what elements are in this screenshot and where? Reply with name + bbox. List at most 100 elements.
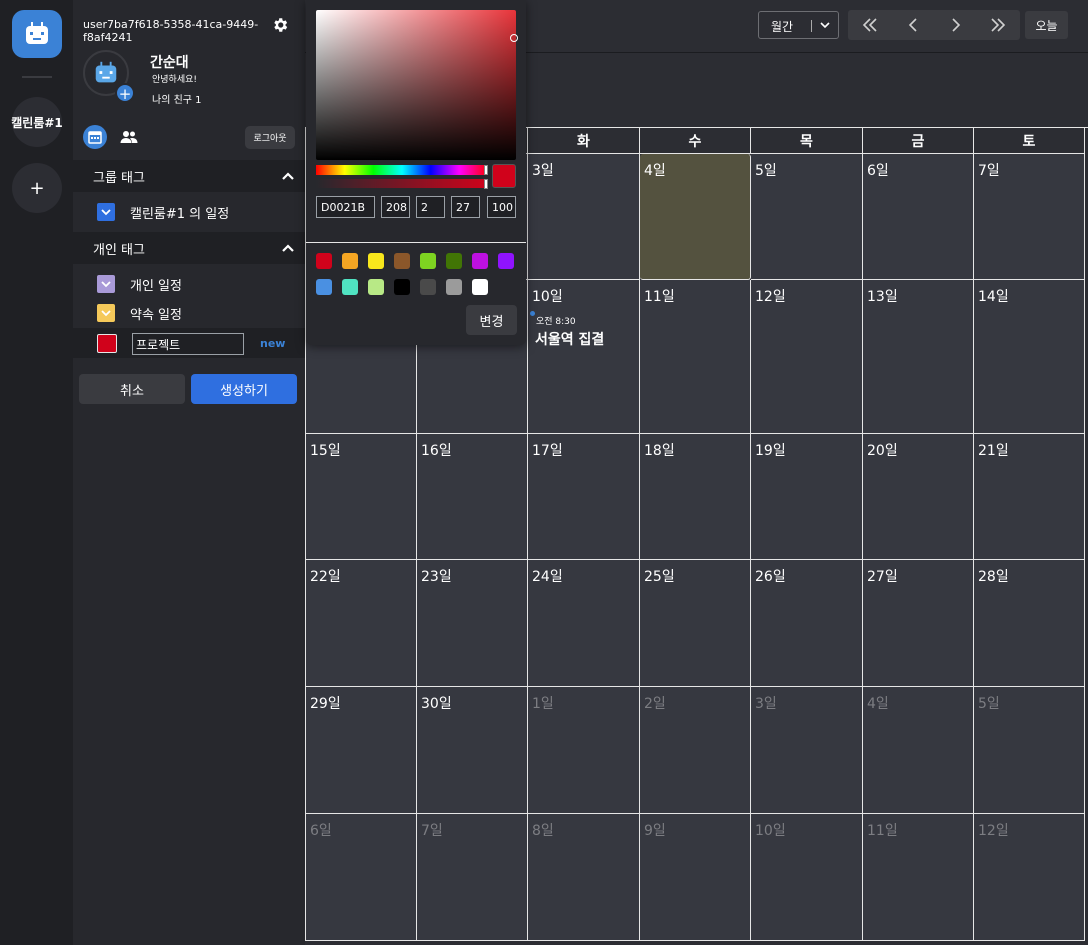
tag-checkbox[interactable] bbox=[97, 304, 115, 322]
day-cell[interactable]: 12일 bbox=[974, 814, 1085, 941]
chevron-up-icon[interactable] bbox=[281, 241, 295, 255]
saturation-handle[interactable] bbox=[510, 34, 518, 42]
room-button[interactable]: 캘린룸#1 bbox=[11, 97, 63, 147]
color-swatch[interactable] bbox=[420, 279, 436, 295]
tag-item[interactable]: 개인 일정 bbox=[73, 270, 305, 298]
day-cell[interactable]: 30일 bbox=[417, 687, 528, 814]
alpha-input[interactable]: 100 bbox=[487, 196, 516, 218]
day-cell[interactable]: 23일 bbox=[417, 560, 528, 687]
color-swatch[interactable] bbox=[472, 253, 488, 269]
color-swatch[interactable] bbox=[368, 279, 384, 295]
color-swatch[interactable] bbox=[498, 253, 514, 269]
hue-slider[interactable] bbox=[316, 165, 488, 175]
gear-icon[interactable] bbox=[271, 16, 289, 34]
day-cell[interactable]: 25일 bbox=[640, 560, 751, 687]
alpha-slider[interactable] bbox=[316, 179, 488, 188]
color-swatch[interactable] bbox=[342, 253, 358, 269]
day-cell[interactable]: 7일 bbox=[417, 814, 528, 941]
day-number: 3일 bbox=[755, 696, 777, 712]
change-avatar-button[interactable]: + bbox=[115, 83, 135, 103]
group-tags-header[interactable]: 그룹 태그 bbox=[73, 160, 305, 192]
new-tag-color-button[interactable] bbox=[97, 334, 117, 353]
day-cell[interactable]: 3일 bbox=[528, 154, 640, 280]
day-cell[interactable]: 28일 bbox=[974, 560, 1085, 687]
saturation-value-area[interactable] bbox=[316, 10, 516, 160]
day-cell[interactable]: 6일 bbox=[863, 154, 974, 280]
color-swatch[interactable] bbox=[446, 253, 462, 269]
event-title[interactable]: 서울역 집결 bbox=[535, 329, 604, 349]
day-cell[interactable]: 8일 bbox=[528, 814, 640, 941]
chevron-up-icon[interactable] bbox=[281, 169, 295, 183]
next-month-button[interactable] bbox=[941, 15, 971, 35]
day-cell[interactable]: 5일 bbox=[751, 154, 863, 280]
day-cell[interactable]: 11일 bbox=[640, 280, 751, 434]
day-cell[interactable]: 7일 bbox=[974, 154, 1085, 280]
logout-button[interactable]: 로그아웃 bbox=[245, 126, 295, 149]
day-cell[interactable]: 3일 bbox=[751, 687, 863, 814]
day-cell[interactable]: 19일 bbox=[751, 434, 863, 560]
day-cell[interactable]: 5일 bbox=[974, 687, 1085, 814]
color-swatch[interactable] bbox=[472, 279, 488, 295]
prev-year-button[interactable] bbox=[855, 15, 885, 35]
day-cell[interactable]: 10일 bbox=[751, 814, 863, 941]
green-input[interactable]: 2 bbox=[416, 196, 445, 218]
cancel-button[interactable]: 취소 bbox=[79, 374, 185, 404]
day-cell[interactable]: 29일 bbox=[306, 687, 417, 814]
color-swatch[interactable] bbox=[446, 279, 462, 295]
day-cell[interactable]: 10일 오전 8:30 서울역 집결 bbox=[528, 280, 640, 434]
day-cell[interactable]: 12일 bbox=[751, 280, 863, 434]
personal-tags-header[interactable]: 개인 태그 bbox=[73, 232, 305, 264]
color-swatch[interactable] bbox=[394, 279, 410, 295]
day-cell[interactable]: 16일 bbox=[417, 434, 528, 560]
color-swatch[interactable] bbox=[394, 253, 410, 269]
create-button[interactable]: 생성하기 bbox=[191, 374, 297, 404]
tag-checkbox[interactable] bbox=[97, 203, 115, 221]
color-swatch[interactable] bbox=[368, 253, 384, 269]
color-swatch[interactable] bbox=[316, 253, 332, 269]
tag-label: 캘린룸#1 의 일정 bbox=[130, 206, 230, 222]
day-cell[interactable]: 18일 bbox=[640, 434, 751, 560]
day-cell[interactable]: 11일 bbox=[863, 814, 974, 941]
calendar-tab[interactable] bbox=[83, 125, 107, 149]
day-cell[interactable]: 1일 bbox=[528, 687, 640, 814]
day-cell[interactable]: 21일 bbox=[974, 434, 1085, 560]
tag-item[interactable]: 약속 일정 bbox=[73, 299, 305, 327]
hue-slider-knob[interactable] bbox=[484, 165, 488, 175]
day-cell[interactable]: 9일 bbox=[640, 814, 751, 941]
day-cell[interactable]: 4일 bbox=[640, 154, 751, 280]
day-cell[interactable]: 14일 bbox=[974, 280, 1085, 434]
day-cell[interactable]: 13일 bbox=[863, 280, 974, 434]
day-cell[interactable]: 15일 bbox=[306, 434, 417, 560]
day-cell[interactable]: 24일 bbox=[528, 560, 640, 687]
prev-month-button[interactable] bbox=[898, 15, 928, 35]
tag-item[interactable]: 캘린룸#1 의 일정 bbox=[73, 198, 305, 226]
today-button[interactable]: 오늘 bbox=[1025, 11, 1068, 39]
day-number: 23일 bbox=[421, 569, 452, 585]
friend-count[interactable]: 나의 친구 1 bbox=[152, 91, 202, 106]
day-cell[interactable]: 4일 bbox=[863, 687, 974, 814]
color-preview bbox=[492, 164, 516, 188]
color-swatch[interactable] bbox=[342, 279, 358, 295]
day-cell[interactable]: 27일 bbox=[863, 560, 974, 687]
day-cell[interactable]: 2일 bbox=[640, 687, 751, 814]
red-input[interactable]: 208 bbox=[381, 196, 410, 218]
color-swatch[interactable] bbox=[420, 253, 436, 269]
tag-checkbox[interactable] bbox=[97, 275, 115, 293]
blue-input[interactable]: 27 bbox=[451, 196, 480, 218]
day-cell[interactable]: 17일 bbox=[528, 434, 640, 560]
next-year-button[interactable] bbox=[983, 15, 1013, 35]
friends-tab-icon[interactable] bbox=[120, 128, 138, 146]
hex-input[interactable]: D0021B bbox=[316, 196, 375, 218]
change-color-button[interactable]: 변경 bbox=[466, 305, 517, 335]
add-room-button[interactable]: + bbox=[12, 163, 62, 213]
alpha-slider-knob[interactable] bbox=[484, 179, 488, 189]
day-cell[interactable]: 6일 bbox=[306, 814, 417, 941]
event-time[interactable]: 오전 8:30 bbox=[536, 314, 576, 327]
new-tag-name-input[interactable] bbox=[132, 333, 244, 355]
app-logo[interactable] bbox=[12, 10, 62, 58]
day-cell[interactable]: 22일 bbox=[306, 560, 417, 687]
view-mode-select[interactable]: 월간 bbox=[758, 11, 839, 39]
day-cell[interactable]: 26일 bbox=[751, 560, 863, 687]
color-swatch[interactable] bbox=[316, 279, 332, 295]
day-cell[interactable]: 20일 bbox=[863, 434, 974, 560]
